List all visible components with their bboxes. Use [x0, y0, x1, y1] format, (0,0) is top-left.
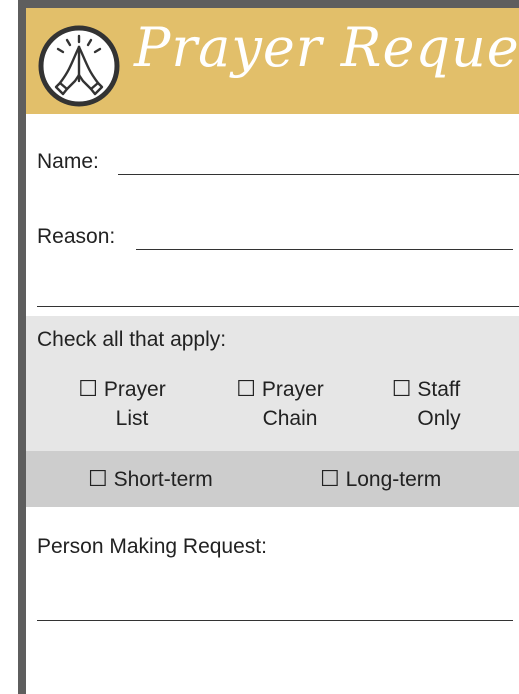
option-prayer-list[interactable]: ☐ Prayer List	[52, 374, 192, 433]
option-short-term[interactable]: ☐ Short-term	[88, 464, 278, 494]
option-label: Staff	[417, 378, 461, 401]
reason-field-continued[interactable]	[37, 306, 519, 307]
checkbox-icon[interactable]: ☐	[78, 376, 98, 401]
person-label: Person Making Request:	[37, 535, 267, 558]
card-top-border	[18, 0, 519, 8]
check-all-label: Check all that apply:	[37, 328, 227, 351]
reason-label: Reason:	[37, 225, 116, 248]
person-field[interactable]	[37, 620, 513, 621]
checkbox-icon[interactable]: ☐	[320, 466, 340, 491]
option-label: Short-term	[113, 468, 213, 491]
option-staff-only[interactable]: ☐ Staff Only	[366, 374, 486, 433]
option-long-term[interactable]: ☐ Long-term	[320, 464, 500, 494]
option-prayer-chain[interactable]: ☐ Prayer Chain	[210, 374, 350, 433]
option-label-line2: Chain	[262, 407, 318, 430]
option-label-line2: Only	[417, 407, 461, 430]
page-title: Prayer Requests	[134, 16, 519, 79]
option-label: Prayer	[261, 378, 324, 401]
checkbox-icon[interactable]: ☐	[392, 376, 412, 401]
checkbox-icon[interactable]: ☐	[88, 466, 108, 491]
option-label-line2: List	[115, 407, 149, 430]
checkbox-icon[interactable]: ☐	[236, 376, 256, 401]
option-label: Prayer	[103, 378, 166, 401]
name-field[interactable]	[118, 174, 519, 175]
option-label: Long-term	[345, 468, 442, 491]
card-left-border	[18, 0, 26, 694]
prayer-request-card: Prayer Requests Name: Reason: Check all …	[0, 0, 519, 694]
praying-hands-icon	[38, 25, 120, 107]
name-label: Name:	[37, 150, 99, 173]
reason-field[interactable]	[136, 249, 513, 250]
